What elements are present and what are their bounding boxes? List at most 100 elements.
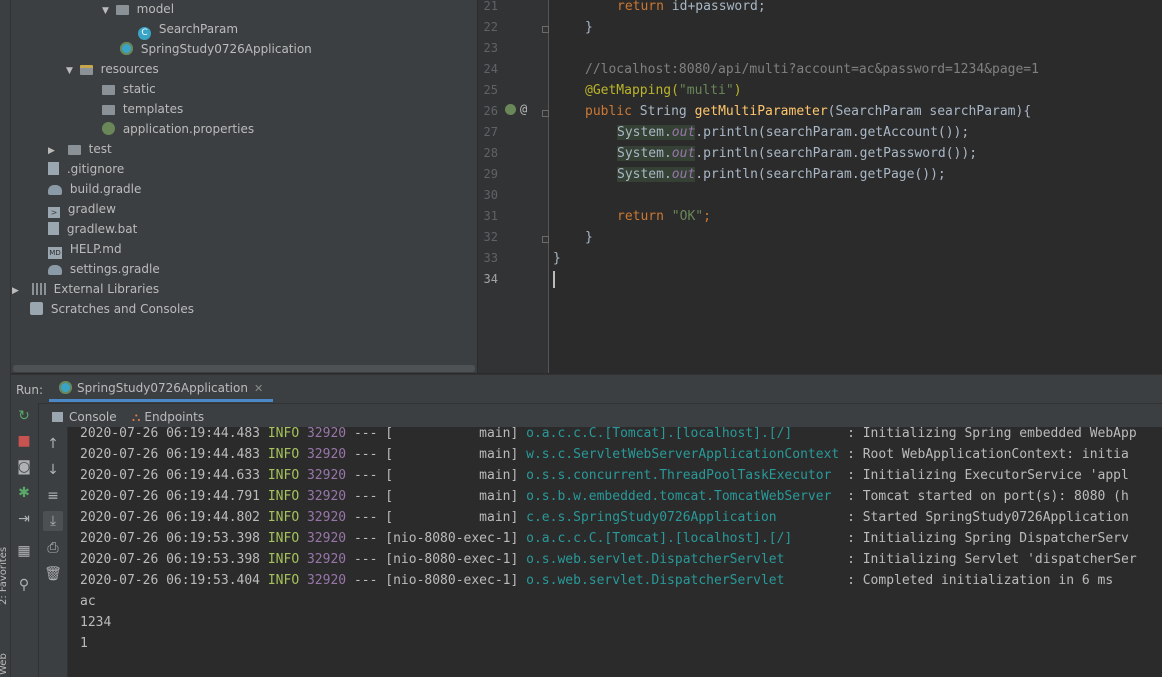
tree-item-help-md[interactable]: MD HELP.md bbox=[48, 239, 122, 259]
properties-file-icon bbox=[102, 122, 115, 135]
tree-item-label: templates bbox=[122, 102, 184, 116]
tree-item-test[interactable]: ▶ test bbox=[48, 139, 112, 159]
tree-item-build-gradle[interactable]: build.gradle bbox=[48, 179, 141, 199]
expand-arrow-icon[interactable]: ▼ bbox=[102, 1, 112, 21]
tree-item-label: model bbox=[136, 2, 175, 16]
run-tab-label: SpringStudy0726Application bbox=[77, 381, 248, 395]
tree-item-label: test bbox=[88, 142, 112, 156]
log-level: INFO bbox=[267, 552, 300, 567]
log-thread: [ main] bbox=[385, 489, 519, 504]
log-timestamp: 2020-07-26 06:19:53.398 bbox=[80, 552, 261, 567]
log-message: : Started SpringStudy0726Application bbox=[847, 510, 1129, 525]
log-message: : Initializing Spring DispatcherServ bbox=[847, 531, 1129, 546]
log-separator: --- bbox=[353, 427, 378, 441]
log-timestamp: 2020-07-26 06:19:44.633 bbox=[80, 468, 261, 483]
fold-marker-icon[interactable] bbox=[542, 236, 549, 243]
tree-item-resources[interactable]: ▼ resources bbox=[66, 59, 159, 79]
log-message: : Initializing Spring embedded WebApp bbox=[847, 427, 1137, 441]
tab-console-label: Console bbox=[69, 410, 117, 424]
spring-bean-gutter-icon[interactable] bbox=[505, 104, 516, 115]
tree-item-gitignore[interactable]: .gitignore bbox=[48, 159, 124, 179]
log-thread: [ main] bbox=[385, 447, 519, 462]
tab-console[interactable]: Console bbox=[52, 407, 117, 427]
tree-item-label: SearchParam bbox=[158, 22, 239, 36]
console-output-line: ac bbox=[80, 594, 96, 609]
pin-icon[interactable]: ⚲ bbox=[14, 575, 34, 595]
run-toolbar: ↻ ■ ◙ ✱ ⇥ ▦ ⚲ bbox=[11, 403, 39, 677]
print-icon[interactable]: ⎙ bbox=[43, 538, 63, 558]
log-logger: o.a.c.c.C.[Tomcat].[localhost].[/] bbox=[526, 531, 840, 546]
file-icon bbox=[48, 222, 59, 235]
tree-item-scratches[interactable]: Scratches and Consoles bbox=[30, 299, 194, 319]
expand-arrow-icon[interactable]: ▼ bbox=[66, 61, 76, 81]
close-icon[interactable]: ✕ bbox=[254, 382, 263, 395]
console-output-line: 1234 bbox=[80, 615, 112, 630]
file-icon bbox=[48, 162, 59, 175]
log-message: : Tomcat started on port(s): 8080 (h bbox=[847, 489, 1129, 504]
run-subtabs: Console ⛬ Endpoints bbox=[38, 403, 1162, 428]
log-level: INFO bbox=[267, 489, 300, 504]
tree-item-gradlew-bat[interactable]: gradlew.bat bbox=[48, 219, 137, 239]
project-horizontal-scrollbar[interactable] bbox=[11, 364, 477, 373]
tree-item-templates[interactable]: templates bbox=[102, 99, 183, 119]
log-level: INFO bbox=[267, 531, 300, 546]
line-number: 21 bbox=[483, 0, 498, 13]
code-line: public String getMultiParameter(SearchPa… bbox=[585, 104, 1032, 119]
code-editor[interactable]: return id+password; } //localhost:8080/a… bbox=[549, 0, 1162, 373]
tree-item-label: External Libraries bbox=[53, 282, 160, 296]
tree-item-settings-gradle[interactable]: settings.gradle bbox=[48, 259, 160, 279]
log-pid: 32920 bbox=[306, 552, 347, 567]
log-logger: c.e.s.SpringStudy0726Application bbox=[526, 510, 840, 525]
line-number: 23 bbox=[483, 41, 498, 55]
endpoints-icon: ⛬ bbox=[132, 410, 141, 424]
fold-marker-icon[interactable] bbox=[542, 110, 549, 117]
log-logger: o.s.web.servlet.DispatcherServlet bbox=[526, 552, 840, 567]
log-pid: 32920 bbox=[306, 468, 347, 483]
exit-icon[interactable]: ⇥ bbox=[14, 509, 34, 529]
log-separator: --- bbox=[353, 468, 378, 483]
tree-item-model[interactable]: ▼ model bbox=[102, 0, 174, 19]
code-line: } bbox=[585, 20, 593, 35]
scroll-down-icon[interactable]: ↓ bbox=[43, 460, 63, 480]
web-label[interactable]: Web bbox=[0, 653, 9, 675]
soft-wrap-icon[interactable]: ≡ bbox=[43, 486, 63, 506]
fold-marker-icon[interactable] bbox=[542, 26, 549, 33]
tree-item-searchparam[interactable]: C SearchParam bbox=[138, 19, 239, 40]
log-timestamp: 2020-07-26 06:19:53.398 bbox=[80, 531, 261, 546]
log-separator: --- bbox=[353, 531, 378, 546]
rerun-icon[interactable]: ↻ bbox=[14, 406, 34, 426]
code-line: System.out.println(searchParam.getAccoun… bbox=[617, 125, 970, 140]
tree-item-application-properties[interactable]: application.properties bbox=[102, 119, 254, 139]
tree-item-gradlew[interactable]: > gradlew bbox=[48, 199, 116, 219]
scroll-up-icon[interactable]: ↑ bbox=[43, 434, 63, 454]
log-separator: --- bbox=[353, 510, 378, 525]
log-message: : Completed initialization in 6 ms bbox=[847, 573, 1114, 588]
request-mapping-gutter-icon[interactable]: @ bbox=[520, 102, 527, 116]
log-pid: 32920 bbox=[306, 531, 347, 546]
text-caret bbox=[553, 271, 555, 288]
tree-item-external-libraries[interactable]: ▶ External Libraries bbox=[12, 279, 159, 299]
console-output[interactable]: 2020-07-26 06:19:44.483 INFO 32920 --- [… bbox=[68, 427, 1162, 677]
favorites-label[interactable]: 2: Favorites bbox=[0, 547, 9, 605]
debug-icon[interactable]: ✱ bbox=[14, 483, 34, 503]
clear-all-icon[interactable]: 🗑 bbox=[43, 564, 63, 584]
tab-endpoints[interactable]: ⛬ Endpoints bbox=[132, 407, 204, 427]
camera-dump-icon[interactable]: ◙ bbox=[14, 457, 34, 477]
log-level: INFO bbox=[267, 427, 300, 441]
scroll-to-end-icon[interactable]: ⤓ bbox=[43, 511, 63, 531]
run-config-tab[interactable]: SpringStudy0726Application ✕ bbox=[49, 375, 274, 402]
scrollbar-thumb[interactable] bbox=[13, 365, 475, 372]
stop-icon[interactable]: ■ bbox=[14, 431, 34, 451]
log-line: 2020-07-26 06:19:53.398 INFO 32920 --- [… bbox=[80, 528, 1129, 549]
collapse-arrow-icon[interactable]: ▶ bbox=[48, 141, 58, 161]
tree-item-static[interactable]: static bbox=[102, 79, 156, 99]
code-line: System.out.println(searchParam.getPage()… bbox=[617, 167, 946, 182]
favorites-strip[interactable]: 2: Favorites Web bbox=[0, 535, 10, 677]
tree-item-application[interactable]: SpringStudy0726Application bbox=[120, 39, 312, 59]
collapse-arrow-icon[interactable]: ▶ bbox=[12, 281, 22, 301]
line-number: 24 bbox=[483, 62, 498, 76]
log-line: 2020-07-26 06:19:44.802 INFO 32920 --- [… bbox=[80, 507, 1129, 528]
log-pid: 32920 bbox=[306, 573, 347, 588]
layout-icon[interactable]: ▦ bbox=[14, 541, 34, 561]
tree-item-label: gradlew bbox=[67, 202, 116, 216]
